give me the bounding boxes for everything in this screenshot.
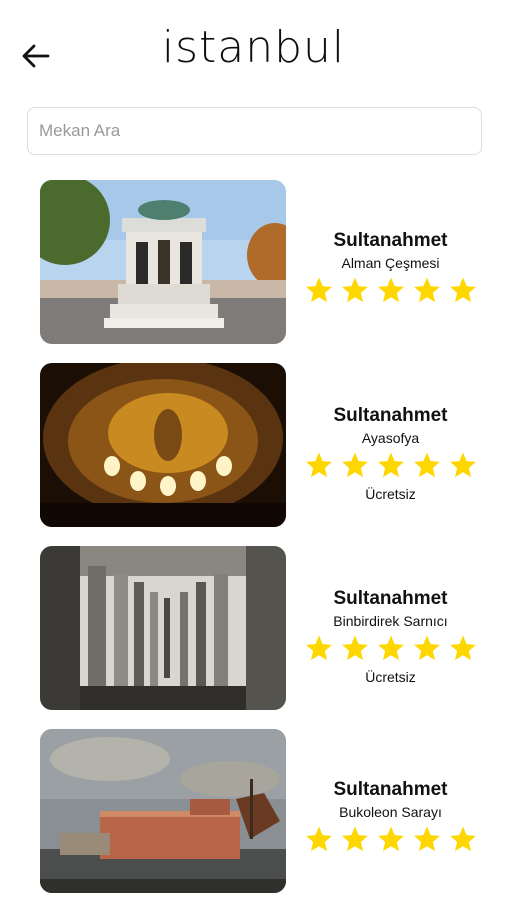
place-info: Sultanahmet Bukoleon Sarayı: [300, 779, 481, 854]
star-icon: [449, 277, 476, 303]
rating-stars: [300, 450, 481, 480]
place-card-ayasofya[interactable]: Sultanahmet Ayasofya Ücretsiz: [0, 363, 507, 529]
place-info: Sultanahmet Binbirdirek Sarnıcı Ücretsiz: [300, 588, 481, 685]
header: istanbul: [0, 0, 507, 100]
place-district: Sultanahmet: [333, 779, 448, 800]
star-icon: [341, 452, 368, 478]
place-card-bukoleon[interactable]: Sultanahmet Bukoleon Sarayı: [0, 729, 507, 895]
star-icon: [377, 277, 404, 303]
place-card-binbirdirek[interactable]: Sultanahmet Binbirdirek Sarnıcı Ücretsiz: [0, 546, 507, 712]
star-icon: [377, 452, 404, 478]
place-card-alman-cesmesi[interactable]: Sultanahmet Alman Çeşmesi: [0, 180, 507, 346]
star-icon: [305, 826, 332, 852]
star-icon: [413, 635, 440, 661]
place-name: Bukoleon Sarayı: [339, 804, 442, 820]
place-name: Ayasofya: [361, 430, 420, 446]
place-district: Sultanahmet: [333, 230, 448, 251]
star-icon: [341, 635, 368, 661]
search-input[interactable]: [27, 107, 482, 155]
rating-stars: [300, 633, 481, 663]
star-icon: [377, 635, 404, 661]
star-icon: [341, 277, 368, 303]
place-image-ayasofya: [40, 363, 286, 527]
star-icon: [413, 277, 440, 303]
star-icon: [449, 635, 476, 661]
star-icon: [305, 452, 332, 478]
place-image-binbirdirek: [40, 546, 286, 710]
star-icon: [341, 826, 368, 852]
place-info: Sultanahmet Ayasofya Ücretsiz: [300, 405, 481, 502]
place-name: Alman Çeşmesi: [341, 255, 440, 271]
place-district: Sultanahmet: [333, 588, 448, 609]
rating-stars: [300, 275, 481, 305]
star-icon: [377, 826, 404, 852]
rating-stars: [300, 824, 481, 854]
star-icon: [305, 635, 332, 661]
star-icon: [449, 452, 476, 478]
star-icon: [413, 826, 440, 852]
place-price: Ücretsiz: [365, 486, 416, 502]
place-district: Sultanahmet: [333, 405, 448, 426]
star-icon: [305, 277, 332, 303]
star-icon: [449, 826, 476, 852]
place-image-alman-cesmesi: [40, 180, 286, 344]
star-icon: [413, 452, 440, 478]
place-info: Sultanahmet Alman Çeşmesi: [300, 230, 481, 305]
place-image-bukoleon: [40, 729, 286, 893]
place-price: Ücretsiz: [365, 669, 416, 685]
place-name: Binbirdirek Sarnıcı: [333, 613, 448, 629]
page-title: istanbul: [161, 22, 346, 73]
